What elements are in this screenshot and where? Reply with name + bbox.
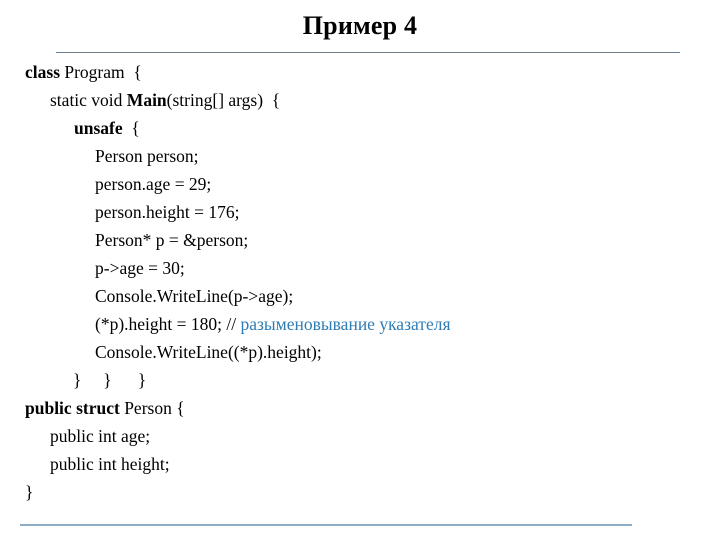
code-line: public int age; bbox=[0, 422, 720, 450]
code-line: class Program { bbox=[0, 58, 720, 86]
code-text: Console.WriteLine((*p).height); bbox=[95, 342, 322, 362]
code-keyword: public struct bbox=[25, 398, 125, 418]
code-line: (*p).height = 180; // разыменовывание ук… bbox=[0, 310, 720, 338]
code-text: } bbox=[25, 482, 34, 502]
code-text: (string[] args) { bbox=[166, 90, 281, 110]
code-line: } } } bbox=[0, 366, 720, 394]
code-line: } bbox=[0, 478, 720, 506]
code-line: unsafe { bbox=[0, 114, 720, 142]
code-text: static void bbox=[50, 90, 127, 110]
footer-divider bbox=[20, 524, 632, 526]
code-line: Console.WriteLine((*p).height); bbox=[0, 338, 720, 366]
code-comment: разыменовывание указателя bbox=[240, 314, 451, 334]
code-keyword: class bbox=[25, 62, 65, 82]
code-line: Console.WriteLine(p->age); bbox=[0, 282, 720, 310]
code-text: { bbox=[122, 118, 140, 138]
code-text: person.height = 176; bbox=[95, 202, 240, 222]
slide-canvas: Пример 4 class Program {static void Main… bbox=[0, 0, 720, 540]
code-line: person.age = 29; bbox=[0, 170, 720, 198]
code-text: Person* p = &person; bbox=[95, 230, 249, 250]
code-text: person.age = 29; bbox=[95, 174, 212, 194]
code-text: (*p).height = 180; // bbox=[95, 314, 241, 334]
code-line: person.height = 176; bbox=[0, 198, 720, 226]
code-text: Person { bbox=[124, 398, 185, 418]
code-line: Person person; bbox=[0, 142, 720, 170]
code-line: static void Main(string[] args) { bbox=[0, 86, 720, 114]
title-divider bbox=[56, 52, 680, 53]
code-text: public int height; bbox=[50, 454, 170, 474]
code-line: public int height; bbox=[0, 450, 720, 478]
code-text: public int age; bbox=[50, 426, 151, 446]
code-keyword: Main bbox=[126, 90, 167, 110]
code-listing: class Program {static void Main(string[]… bbox=[0, 58, 720, 506]
code-text: Console.WriteLine(p->age); bbox=[95, 286, 294, 306]
code-keyword: unsafe bbox=[74, 118, 123, 138]
code-text: p->age = 30; bbox=[95, 258, 185, 278]
code-text: } } } bbox=[73, 370, 147, 390]
code-line: p->age = 30; bbox=[0, 254, 720, 282]
code-line: Person* p = &person; bbox=[0, 226, 720, 254]
page-title: Пример 4 bbox=[302, 11, 418, 40]
code-line: public struct Person { bbox=[0, 394, 720, 422]
code-text: Person person; bbox=[95, 146, 199, 166]
code-text: Program { bbox=[64, 62, 142, 82]
